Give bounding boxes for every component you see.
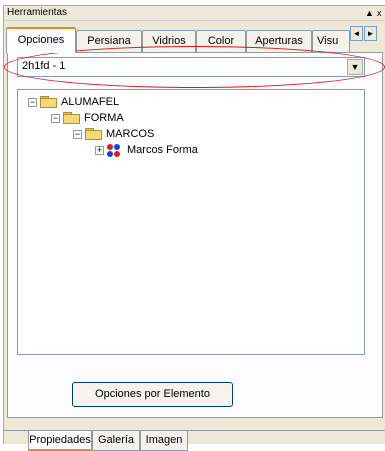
tree-node-label: Marcos Forma (127, 144, 198, 156)
collapse-icon[interactable]: − (28, 98, 37, 107)
collapse-icon[interactable]: − (73, 130, 82, 139)
bottom-tab-strip: Propiedades Galería Imagen (4, 430, 385, 451)
expand-icon[interactable]: + (95, 146, 104, 155)
folder-open-icon (63, 112, 80, 124)
model-select[interactable]: 2h1fd - 1 ▼ (17, 57, 365, 77)
options-by-element-button[interactable]: Opciones por Elemento (72, 382, 233, 407)
element-dots-icon (107, 144, 121, 157)
close-icon[interactable]: x (377, 6, 382, 20)
tab-opciones[interactable]: Opciones (6, 27, 76, 53)
tree-node-label: FORMA (84, 112, 124, 124)
collapse-icon[interactable]: − (51, 114, 60, 123)
tab-visu[interactable]: Visu (312, 30, 350, 52)
panel-title: Herramientas (7, 7, 68, 18)
tab-galeria[interactable]: Galería (92, 431, 140, 451)
chevron-down-icon[interactable]: ▼ (347, 59, 363, 75)
model-select-value: 2h1fd - 1 (22, 60, 66, 72)
panel-titlebar: Herramientas ▲ x (4, 6, 385, 21)
tab-aperturas[interactable]: Aperturas (246, 30, 312, 52)
pin-icon[interactable]: ▲ (365, 6, 374, 20)
tools-panel: Herramientas ▲ x Opciones Persiana Vidri… (3, 5, 385, 451)
folder-open-icon (40, 96, 57, 108)
tab-scroll-left-icon[interactable]: ◄ (350, 26, 363, 41)
tab-color[interactable]: Color (196, 30, 246, 52)
tab-propiedades[interactable]: Propiedades (28, 431, 92, 451)
tree-node-label: ALUMAFEL (61, 96, 120, 108)
tab-scroll-right-icon[interactable]: ► (364, 26, 377, 41)
folder-open-icon (85, 128, 102, 140)
tab-persiana[interactable]: Persiana (76, 30, 142, 52)
tree-view[interactable]: − ALUMAFEL − FORMA − MARCOS + Marcos For… (17, 89, 365, 355)
tab-vidrios[interactable]: Vidrios (142, 30, 196, 52)
top-tab-strip: Opciones Persiana Vidrios Color Apertura… (4, 26, 385, 53)
tree-node-label: MARCOS (106, 128, 155, 140)
tab-imagen[interactable]: Imagen (140, 431, 188, 451)
